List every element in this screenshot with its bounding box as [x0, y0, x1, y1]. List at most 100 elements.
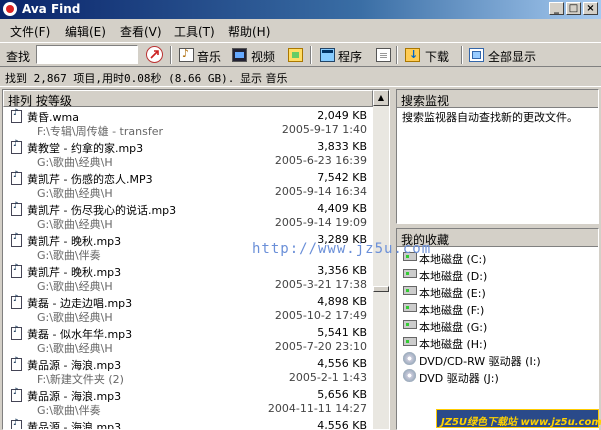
file-date: 2004-11-11 14:27: [267, 402, 367, 415]
download-icon[interactable]: [405, 48, 420, 62]
picture-icon[interactable]: [288, 48, 303, 62]
file-date: 2005-9-14 19:09: [274, 216, 367, 229]
drive-icon: [403, 269, 417, 278]
menu-view[interactable]: 查看(V): [120, 23, 162, 40]
search-monitor-text: 搜索监视器自动查找新的更改文件。: [402, 111, 578, 124]
list-item[interactable]: 黄凯芹 - 伤尽我心的说话.mp3 4,409 KB G:\歌曲\经典\H 20…: [3, 200, 373, 231]
scroll-thumb[interactable]: [373, 286, 389, 292]
title-bar: Ava Find _ □ ×: [0, 0, 601, 19]
file-date: 2005-9-14 16:34: [274, 185, 367, 198]
list-item[interactable]: 黄昏.wma 2,049 KB F:\专辑\周传雄 - transfer 200…: [3, 107, 373, 138]
cd-icon: [403, 352, 416, 365]
music-file-icon: [11, 356, 22, 371]
download-button[interactable]: 下载: [425, 48, 449, 65]
go-button[interactable]: [146, 46, 163, 63]
list-item[interactable]: 黄品源 - 海浪.mp3 4,556 KB F:\新建文件夹 (2) 2005-…: [3, 355, 373, 386]
favorite-drive-e[interactable]: 本地磁盘 (E:): [397, 283, 598, 300]
music-file-icon: [11, 201, 22, 216]
file-size: 4,556 KB: [317, 419, 367, 430]
file-path: G:\歌曲\经典\H: [37, 218, 113, 231]
file-path: G:\歌曲\经典\H: [37, 156, 113, 169]
favorite-drive-d[interactable]: 本地磁盘 (D:): [397, 266, 598, 283]
list-item[interactable]: 黄磊 - 似水年华.mp3 5,541 KB G:\歌曲\经典\H 2005-7…: [3, 324, 373, 355]
window-title: Ava Find: [22, 2, 81, 16]
file-date: 2005-9-17 1:40: [281, 123, 367, 136]
go-icon: [150, 50, 159, 59]
file-date: 2005-3-21 17:38: [274, 278, 367, 291]
watermark-url: http://www.jz5u.com: [252, 241, 432, 257]
search-input[interactable]: [36, 45, 138, 64]
music-file-icon: [11, 263, 22, 278]
menu-file[interactable]: 文件(F): [10, 23, 50, 40]
site-banner: JZ5U绿色下载站 www.jz5u.com: [436, 409, 601, 428]
program-button[interactable]: 程序: [338, 48, 362, 65]
file-path: G:\歌曲\经典\H: [37, 342, 113, 355]
favorites-panel: 我的收藏 本地磁盘 (C:) 本地磁盘 (D:) 本地磁盘 (E:) 本地磁盘 …: [396, 228, 599, 430]
favorite-drive-j[interactable]: DVD 驱动器 (J:): [397, 368, 598, 385]
document-icon[interactable]: [376, 48, 391, 62]
favorite-label: DVD 驱动器 (J:): [419, 372, 499, 385]
menu-tools[interactable]: 工具(T): [174, 23, 215, 40]
list-item[interactable]: 黄教堂 - 约拿的家.mp3 3,833 KB G:\歌曲\经典\H 2005-…: [3, 138, 373, 169]
favorite-drive-f[interactable]: 本地磁盘 (F:): [397, 300, 598, 317]
toolbar-separator: [461, 46, 463, 64]
cd-icon: [403, 369, 416, 382]
results-list: 排列 按等级 黄昏.wma 2,049 KB F:\专辑\周传雄 - trans…: [2, 89, 390, 430]
close-button[interactable]: ×: [583, 2, 598, 15]
drive-icon: [403, 303, 417, 312]
maximize-button[interactable]: □: [566, 2, 581, 15]
list-item[interactable]: 黄磊 - 边走边唱.mp3 4,898 KB G:\歌曲\经典\H 2005-1…: [3, 293, 373, 324]
menu-edit[interactable]: 编辑(E): [65, 23, 106, 40]
filter-status: 显示 音乐: [240, 72, 288, 85]
toolbar-separator: [170, 46, 172, 64]
file-size: 2,049 KB: [317, 109, 367, 122]
favorite-drive-h[interactable]: 本地磁盘 (H:): [397, 334, 598, 351]
program-icon[interactable]: [320, 48, 335, 62]
menu-help[interactable]: 帮助(H): [228, 23, 270, 40]
music-icon[interactable]: [179, 47, 194, 62]
list-item[interactable]: 黄品源 - 海浪.mp3 5,656 KB G:\歌曲\伴奏 2004-11-1…: [3, 386, 373, 417]
favorite-label: 本地磁盘 (D:): [419, 270, 488, 283]
music-file-icon: [11, 139, 22, 154]
favorites-list: 本地磁盘 (C:) 本地磁盘 (D:) 本地磁盘 (E:) 本地磁盘 (F:) …: [397, 247, 598, 385]
menu-bar: 文件(F) 编辑(E) 查看(V) 工具(T) 帮助(H): [0, 19, 601, 41]
favorite-label: 本地磁盘 (E:): [419, 287, 486, 300]
file-path: F:\新建文件夹 (2): [37, 373, 124, 386]
music-file-icon: [11, 387, 22, 402]
show-all-button[interactable]: 全部显示: [488, 48, 536, 65]
list-item[interactable]: 黄品源 - 海浪.mp3 4,556 KB: [3, 417, 373, 430]
file-path: G:\歌曲\经典\H: [37, 280, 113, 293]
music-file-icon: [11, 170, 22, 185]
video-icon[interactable]: [232, 48, 247, 62]
file-size: 5,656 KB: [317, 388, 367, 401]
favorite-label: DVD/CD-RW 驱动器 (I:): [419, 355, 541, 368]
minimize-button[interactable]: _: [549, 2, 564, 15]
file-path: G:\歌曲\经典\H: [37, 187, 113, 200]
favorite-drive-g[interactable]: 本地磁盘 (G:): [397, 317, 598, 334]
results-scrollbar[interactable]: ▲: [373, 90, 389, 429]
file-path: G:\歌曲\经典\H: [37, 311, 113, 324]
music-button[interactable]: 音乐: [197, 48, 221, 65]
scroll-up-icon[interactable]: ▲: [373, 90, 389, 106]
favorite-drive-i[interactable]: DVD/CD-RW 驱动器 (I:): [397, 351, 598, 368]
drive-icon: [403, 320, 417, 329]
search-label: 查找: [6, 50, 31, 64]
favorite-label: 本地磁盘 (F:): [419, 304, 485, 317]
favorite-label: 本地磁盘 (H:): [419, 338, 488, 351]
list-item[interactable]: 黄凯芹 - 伤感的恋人.MP3 7,542 KB G:\歌曲\经典\H 2005…: [3, 169, 373, 200]
file-size: 4,556 KB: [317, 357, 367, 370]
list-item[interactable]: 黄凯芹 - 晚秋.mp3 3,356 KB G:\歌曲\经典\H 2005-3-…: [3, 262, 373, 293]
music-file-icon: [11, 325, 22, 340]
toolbar-separator: [310, 46, 312, 64]
file-date: 2005-7-20 23:10: [274, 340, 367, 353]
drive-icon: [403, 337, 417, 346]
sort-header[interactable]: 排列 按等级: [3, 90, 373, 108]
toolbar-separator: [396, 46, 398, 64]
music-file-icon: [11, 108, 22, 123]
file-size: 3,356 KB: [317, 264, 367, 277]
file-path: G:\歌曲\伴奏: [37, 249, 101, 262]
toolbar: 查找 音乐 视频 程序 下载 全部显示: [0, 42, 601, 67]
video-button[interactable]: 视频: [251, 48, 275, 65]
show-all-icon[interactable]: [469, 48, 484, 62]
favorite-label: 本地磁盘 (G:): [419, 321, 488, 334]
